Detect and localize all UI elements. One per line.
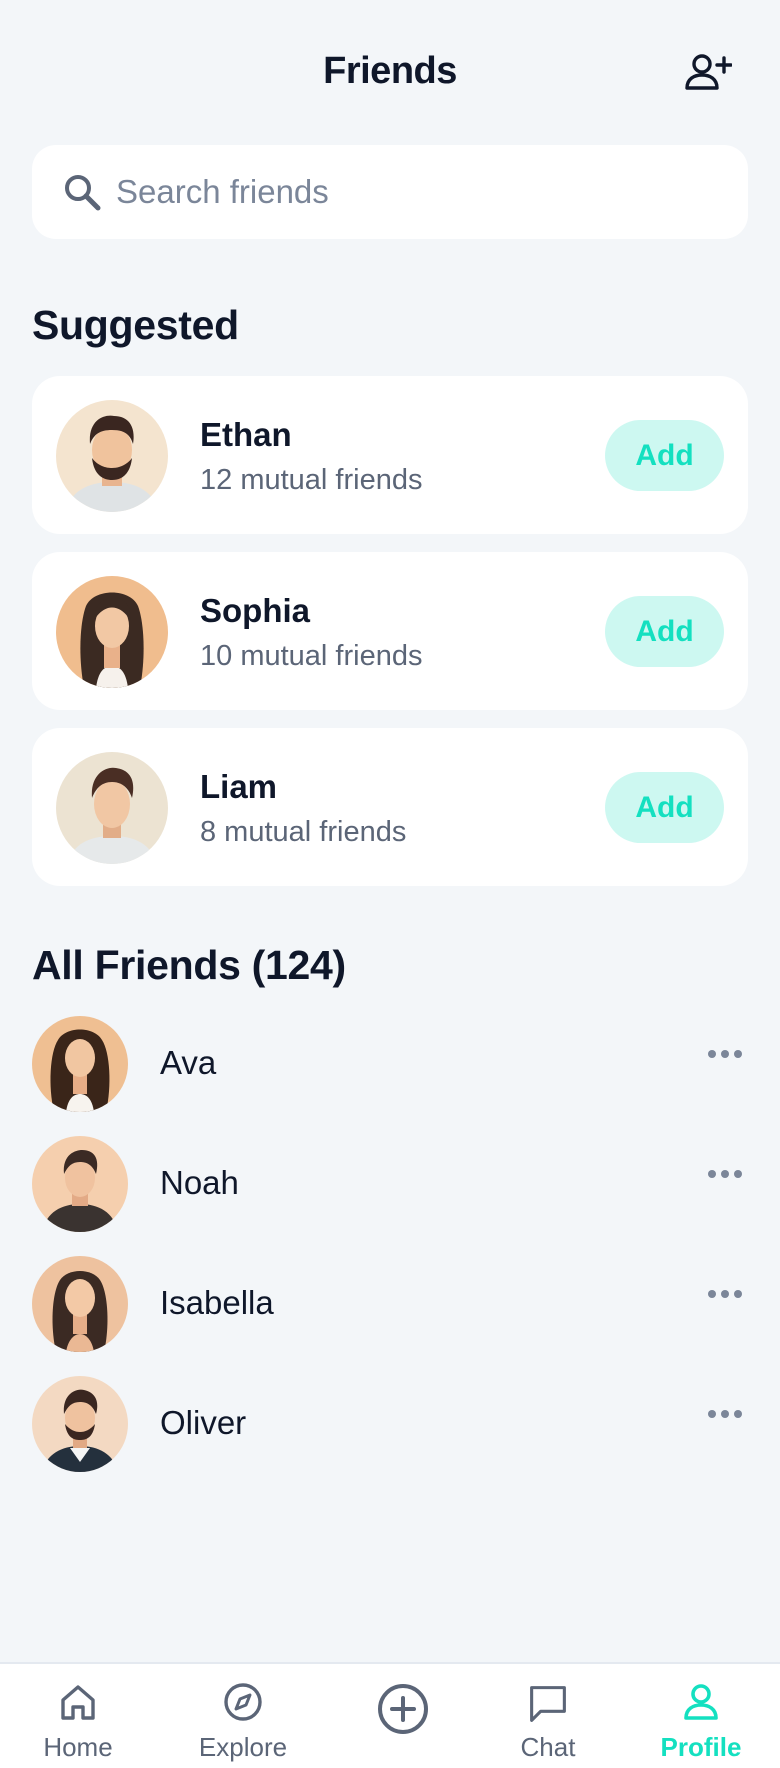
chat-icon — [528, 1682, 568, 1726]
list-item[interactable]: Oliver — [32, 1376, 748, 1472]
search-icon — [60, 170, 104, 214]
add-friend-button[interactable] — [680, 46, 736, 98]
search-bar — [32, 145, 748, 239]
nav-label: Profile — [660, 1732, 742, 1762]
more-options-button[interactable] — [702, 1042, 748, 1066]
home-icon — [58, 1682, 98, 1726]
suggested-name: Sophia — [200, 592, 311, 629]
friend-name: Isabella — [160, 1284, 274, 1321]
add-button[interactable]: Add — [605, 420, 724, 491]
page-title: Friends — [323, 50, 457, 92]
list-item[interactable]: Noah — [32, 1136, 748, 1232]
add-button[interactable]: Add — [605, 772, 724, 843]
nav-explore[interactable]: Explore — [183, 1682, 303, 1768]
nav-create[interactable] — [343, 1682, 463, 1768]
more-icon — [708, 1290, 742, 1298]
avatar — [32, 1376, 128, 1472]
suggested-card: Sophia 10 mutual friends Add — [32, 552, 748, 710]
avatar — [56, 400, 168, 512]
friend-name: Ava — [160, 1044, 217, 1081]
nav-label: Explore — [198, 1732, 288, 1762]
mutual-friends-count: 10 mutual friends — [200, 640, 423, 672]
friends-screen: Friends Suggested — [0, 0, 780, 1768]
more-icon — [708, 1170, 742, 1178]
avatar — [56, 576, 168, 688]
mutual-friends-count: 12 mutual friends — [200, 464, 423, 496]
all-friends-heading: All Friends (124) — [32, 942, 346, 988]
suggested-card: Ethan 12 mutual friends Add — [32, 376, 748, 534]
search-input[interactable] — [116, 173, 696, 211]
more-icon — [708, 1410, 742, 1418]
friend-name: Oliver — [160, 1404, 247, 1441]
avatar — [32, 1256, 128, 1352]
nav-label: Chat — [520, 1732, 576, 1762]
mutual-friends-count: 8 mutual friends — [200, 816, 407, 848]
nav-chat[interactable]: Chat — [488, 1682, 608, 1768]
suggested-name: Liam — [200, 768, 278, 805]
nav-home[interactable]: Home — [18, 1682, 138, 1768]
user-icon — [681, 1682, 721, 1726]
more-options-button[interactable] — [702, 1402, 748, 1426]
plus-circle-icon — [376, 1682, 430, 1734]
list-item[interactable]: Ava — [32, 1016, 748, 1112]
add-button[interactable]: Add — [605, 596, 724, 667]
friend-name: Noah — [160, 1164, 239, 1201]
list-item[interactable]: Isabella — [32, 1256, 748, 1352]
suggested-heading: Suggested — [32, 302, 239, 348]
more-options-button[interactable] — [702, 1162, 748, 1186]
suggested-name: Ethan — [200, 416, 292, 453]
bottom-nav: Home Explore Chat Profile — [0, 1662, 780, 1768]
avatar — [32, 1136, 128, 1232]
user-plus-icon — [685, 54, 732, 90]
suggested-card: Liam 8 mutual friends Add — [32, 728, 748, 886]
avatar — [32, 1016, 128, 1112]
more-options-button[interactable] — [702, 1282, 748, 1306]
header: Friends — [0, 0, 780, 145]
nav-profile[interactable]: Profile — [641, 1682, 761, 1768]
nav-label: Home — [43, 1732, 113, 1762]
more-icon — [708, 1050, 742, 1058]
avatar — [56, 752, 168, 864]
compass-icon — [223, 1682, 263, 1726]
